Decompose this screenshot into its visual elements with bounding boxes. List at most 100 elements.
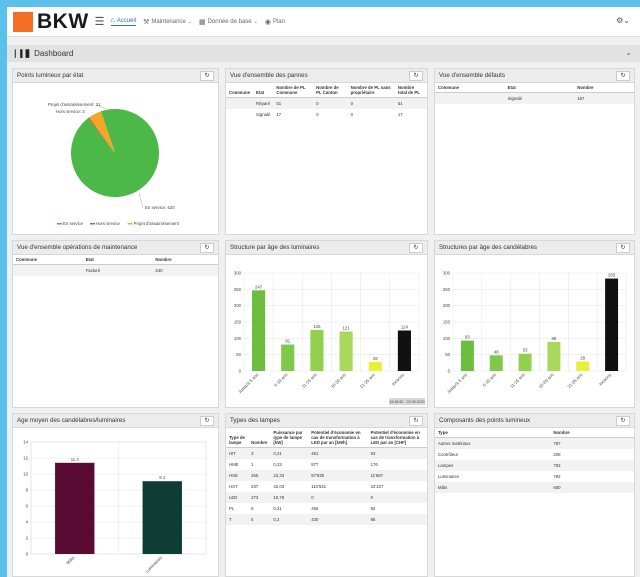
table-row: Signalé 17 0 0 17 [226, 109, 427, 120]
cell: 92 [370, 506, 376, 511]
bar[interactable] [55, 462, 95, 554]
y-tick-label: 50 [445, 352, 450, 357]
col-header: Nombre total de PL [394, 83, 427, 98]
panel-header: Structure par âge des luminaires ↻ [226, 241, 427, 255]
chevron-down-icon: ⌄ [253, 18, 258, 25]
panel-age-moyen: Age moyen des candélabres/luminaires ↻ 0… [12, 413, 219, 577]
bar[interactable] [605, 278, 619, 371]
panel-title: Structures par âge des candélabres [439, 244, 538, 251]
cell: Réparé [253, 97, 274, 109]
refresh-button[interactable]: ↻ [616, 71, 630, 81]
nav-item-accueil[interactable]: ⌂ Accueil [110, 17, 137, 26]
settings-gear-icon[interactable]: ⚙⌄ [616, 16, 630, 25]
col-header: Commune [435, 83, 505, 93]
bar[interactable] [281, 344, 295, 371]
bar[interactable] [339, 331, 353, 371]
data-label: 124 [401, 324, 409, 329]
cell: Autres matériaux [435, 437, 551, 449]
cell: 0 [347, 97, 395, 109]
bar[interactable] [368, 361, 382, 371]
refresh-button[interactable]: ↻ [409, 243, 423, 253]
table-row: Mâts 660 [435, 482, 634, 493]
col-header: Commune [13, 255, 83, 265]
panel-header: Age moyen des candélabres/luminaires ↻ [13, 414, 218, 428]
col-header: Etat [504, 83, 575, 93]
cell [13, 264, 83, 276]
refresh-button[interactable]: ↻ [409, 416, 423, 426]
bar[interactable] [310, 329, 324, 371]
x-tick-label: 11-15 ans [509, 372, 526, 389]
x-tick-label: 21-25 ans [359, 372, 376, 389]
refresh-button[interactable]: ↻ [200, 416, 214, 426]
refresh-button[interactable]: ↻ [409, 71, 423, 81]
map-pin-icon: ◉ [264, 18, 271, 26]
bar[interactable] [142, 481, 182, 554]
nav-item-donnee-de-base[interactable]: ▦ Donnée de base ⌄ [199, 18, 258, 26]
dashboard-header[interactable]: ▏▍▋ Dashboard ⌄ [7, 45, 640, 62]
y-tick-label: 50 [236, 352, 241, 357]
bar[interactable] [397, 330, 411, 371]
panel-title: Vue d'ensemble défauts [439, 72, 505, 79]
wrench-icon: ⚒ [143, 18, 150, 26]
refresh-button[interactable]: ↻ [616, 416, 630, 426]
refresh-button[interactable]: ↻ [616, 243, 630, 253]
table-row: HIT 3 0,21 461 93 [226, 447, 427, 459]
cell: 265 [248, 470, 271, 481]
table-row: LED 273 10,78 0 0 [226, 492, 427, 503]
nav-item-plan[interactable]: ◉ Plan [265, 18, 285, 26]
collapse-chevron-icon[interactable]: ⌄ [625, 48, 632, 57]
refresh-button[interactable]: ↻ [200, 243, 214, 253]
y-tick-label: 200 [443, 303, 451, 308]
legend-label[interactable]: Projet d'assainissement [134, 221, 180, 226]
panel-header: Vue d'ensemble des pannes ↻ [226, 69, 427, 83]
bar-chart-icon: ▏▍▋ [15, 50, 32, 58]
x-tick-label: 6-10 ans [273, 372, 288, 387]
panel-title: Vue d'ensemble des pannes [230, 72, 308, 79]
data-label: 28 [373, 356, 378, 361]
table-row: HSE 265 22,33 57'935 11'587 [226, 470, 427, 481]
dashboard-title: Dashboard [34, 49, 74, 58]
cell: 51 [273, 97, 314, 109]
pie-label-line [138, 192, 144, 209]
cell: 6 [251, 506, 254, 511]
cell: 0 [350, 112, 353, 117]
cell: 0 [308, 492, 368, 503]
x-tick-label: 16-20 ans [330, 372, 347, 389]
x-tick-label: Luminaires [145, 555, 163, 573]
x-tick-label: 21-25 ans [566, 372, 583, 389]
cell: 93 [367, 447, 427, 459]
refresh-button[interactable]: ↻ [200, 71, 214, 81]
cell: T [226, 514, 249, 525]
pie-slice[interactable] [70, 109, 159, 197]
legend-swatch [90, 223, 95, 225]
lampes-table: Type de lampe Nombre Puissance par type … [226, 428, 427, 525]
cell: 660 [550, 482, 634, 493]
bar[interactable] [576, 361, 590, 371]
bar[interactable] [460, 340, 474, 371]
panel-title: Composants des points lumineux [439, 417, 531, 424]
cell [226, 97, 254, 109]
bar[interactable] [489, 355, 503, 371]
table-row: HST 237 42,03 110'531 22'107 [226, 481, 427, 492]
nav-item-maintenance[interactable]: ⚒ Maintenance ⌄ [143, 18, 192, 26]
bar[interactable] [547, 341, 561, 371]
menu-toggle-icon[interactable]: ☰ [95, 15, 105, 28]
pie-label: En service: 620 [145, 205, 175, 210]
cell: 792 [553, 474, 561, 479]
cell [435, 92, 505, 104]
data-label: 93 [465, 335, 470, 340]
cell: LED [226, 492, 249, 503]
bar[interactable] [518, 353, 532, 371]
legend-label[interactable]: En service [63, 221, 84, 226]
cell: 1 [251, 462, 254, 467]
panel-header: Composants des points lumineux ↻ [435, 414, 634, 428]
cell: Signalé [504, 92, 575, 104]
legend-label[interactable]: Hors service [96, 221, 120, 226]
cell: 877 [311, 462, 319, 467]
cell: 22'107 [370, 484, 384, 489]
table-row: Réparé 51 0 0 51 [226, 97, 427, 109]
col-header: Type de lampe [226, 428, 249, 448]
panel-title: Structure par âge des luminaires [230, 244, 320, 251]
bkw-logo[interactable]: BKW [13, 10, 89, 34]
bar[interactable] [252, 290, 266, 371]
